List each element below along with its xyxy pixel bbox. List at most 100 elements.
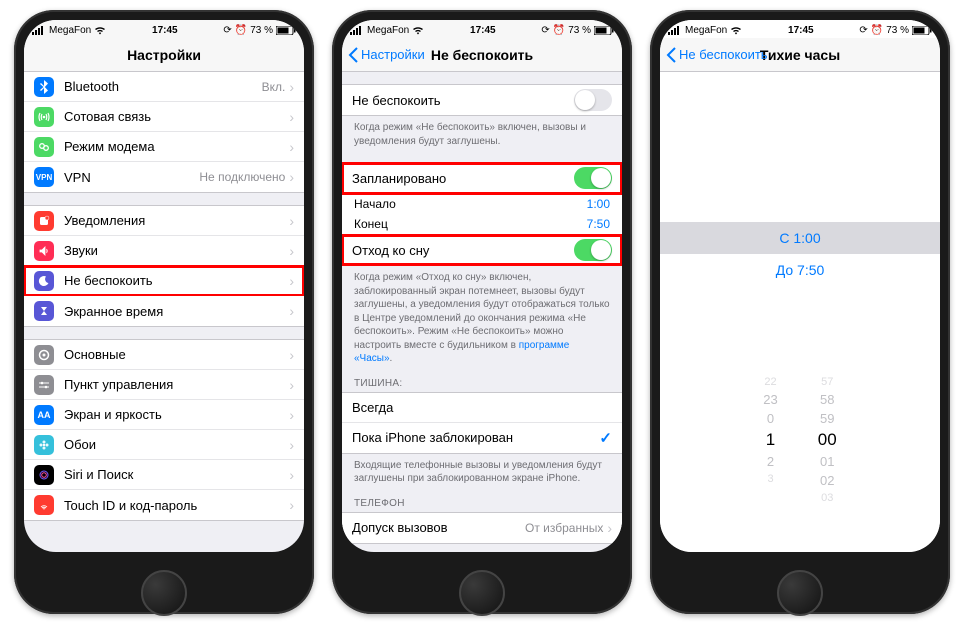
- row-label: Режим модема: [64, 139, 289, 154]
- alarm-icon: ⏰: [235, 25, 247, 36]
- picker-hour: 2: [767, 454, 774, 469]
- picker-min: 58: [820, 392, 834, 407]
- home-button[interactable]: [777, 570, 823, 616]
- scheduled-toggle[interactable]: [574, 167, 612, 189]
- silence-footer: Входящие телефонные вызовы и уведомления…: [342, 454, 622, 488]
- row-while-locked[interactable]: Пока iPhone заблокирован ✓: [342, 423, 622, 453]
- battery-icon: [912, 26, 932, 35]
- battery-icon: [276, 26, 296, 35]
- row-label: Сотовая связь: [64, 109, 289, 124]
- alarm-icon: ⏰: [553, 25, 565, 36]
- row-value: Вкл.: [262, 80, 286, 94]
- chevron-right-icon: ›: [289, 109, 294, 125]
- row-notifications[interactable]: Уведомления ›: [24, 206, 304, 236]
- row-to[interactable]: Конец 7:50: [342, 214, 622, 234]
- picker-min: 59: [820, 411, 834, 426]
- row-touchid[interactable]: Touch ID и код-пароль ›: [24, 490, 304, 520]
- picker-min: 02: [820, 473, 834, 488]
- page-title: Тихие часы: [760, 47, 840, 63]
- bedtime-footer: Когда режим «Отход ко сну» включен, забл…: [342, 266, 622, 368]
- from-value: 1:00: [587, 197, 610, 211]
- row-label: Пока iPhone заблокирован: [352, 430, 599, 445]
- row-label: Не беспокоить: [352, 93, 574, 108]
- row-cellular[interactable]: Сотовая связь ›: [24, 102, 304, 132]
- cellular-icon: [34, 107, 54, 127]
- phone-settings: MegaFon 17:45 ⟳ ⏰ 73 % Настройки Bluetoo…: [14, 10, 314, 614]
- row-scheduled[interactable]: Запланировано: [342, 163, 622, 194]
- row-always[interactable]: Всегда: [342, 393, 622, 423]
- row-wallpaper[interactable]: Обои ›: [24, 430, 304, 460]
- row-screentime[interactable]: Экранное время ›: [24, 296, 304, 326]
- time-picker[interactable]: 22 23 0 1 2 3 57 58 59 00 01 02 03: [660, 376, 940, 504]
- rotation-lock-icon: ⟳: [541, 25, 549, 36]
- chevron-right-icon: ›: [289, 407, 294, 423]
- chevron-right-icon: ›: [607, 520, 612, 536]
- row-dnd[interactable]: Не беспокоить ›: [24, 266, 304, 296]
- clock-label: 17:45: [470, 25, 496, 36]
- dnd-content[interactable]: Не беспокоить Когда режим «Не беспокоить…: [342, 72, 622, 552]
- picker-hour-selected: 1: [766, 430, 775, 450]
- row-bedtime[interactable]: Отход ко сну: [342, 235, 622, 265]
- hotspot-icon: [34, 137, 54, 157]
- back-button[interactable]: Не беспокоить: [666, 38, 768, 71]
- clock-label: 17:45: [788, 25, 814, 36]
- chevron-right-icon: ›: [289, 377, 294, 393]
- from-text: С 1:00: [779, 230, 820, 246]
- phone-quiet-hours: MegaFon 17:45 ⟳ ⏰ 73 % Не беспокоить Тих…: [650, 10, 950, 614]
- chevron-right-icon: ›: [289, 437, 294, 453]
- status-bar: MegaFon 17:45 ⟳ ⏰ 73 %: [342, 20, 622, 38]
- row-control-center[interactable]: Пункт управления ›: [24, 370, 304, 400]
- row-label: Пункт управления: [64, 377, 289, 392]
- signal-icon: [668, 26, 682, 35]
- chevron-right-icon: ›: [289, 467, 294, 483]
- row-label: Не беспокоить: [64, 273, 289, 288]
- row-sounds[interactable]: Звуки ›: [24, 236, 304, 266]
- row-display[interactable]: AA Экран и яркость ›: [24, 400, 304, 430]
- back-button[interactable]: Настройки: [348, 38, 425, 71]
- settings-list[interactable]: Bluetooth Вкл. › Сотовая связь › Режим м…: [24, 72, 304, 552]
- hour-column[interactable]: 22 23 0 1 2 3: [763, 376, 777, 504]
- row-dnd-toggle[interactable]: Не беспокоить: [342, 85, 622, 115]
- row-siri[interactable]: Siri и Поиск ›: [24, 460, 304, 490]
- row-label: Экранное время: [64, 304, 289, 319]
- to-row[interactable]: До 7:50: [660, 254, 940, 286]
- chevron-right-icon: ›: [289, 347, 294, 363]
- navbar: Не беспокоить Тихие часы: [660, 38, 940, 72]
- text-size-icon: AA: [34, 405, 54, 425]
- rotation-lock-icon: ⟳: [223, 25, 231, 36]
- notifications-icon: [34, 211, 54, 231]
- row-hotspot[interactable]: Режим модема ›: [24, 132, 304, 162]
- row-allow-calls[interactable]: Допуск вызовов От избранных ›: [342, 513, 622, 543]
- back-label: Не беспокоить: [679, 47, 768, 62]
- wifi-icon: [94, 26, 106, 35]
- row-bluetooth[interactable]: Bluetooth Вкл. ›: [24, 72, 304, 102]
- row-from[interactable]: Начало 1:00: [342, 194, 622, 214]
- row-value: Не подключено: [199, 170, 285, 184]
- minute-column[interactable]: 57 58 59 00 01 02 03: [818, 376, 837, 504]
- home-button[interactable]: [141, 570, 187, 616]
- row-vpn[interactable]: VPN VPN Не подключено ›: [24, 162, 304, 192]
- flower-icon: [34, 435, 54, 455]
- picker-hour: 23: [763, 392, 777, 407]
- row-general[interactable]: Основные ›: [24, 340, 304, 370]
- bedtime-toggle[interactable]: [574, 239, 612, 261]
- vpn-icon: VPN: [34, 167, 54, 187]
- row-label: Экран и яркость: [64, 407, 289, 422]
- status-bar: MegaFon 17:45 ⟳ ⏰ 73 %: [660, 20, 940, 38]
- chevron-right-icon: ›: [289, 139, 294, 155]
- signal-icon: [350, 26, 364, 35]
- row-label: Основные: [64, 347, 289, 362]
- row-label: VPN: [64, 170, 199, 185]
- row-label: Bluetooth: [64, 79, 262, 94]
- picker-hour: 22: [764, 376, 776, 388]
- quiet-hours-content[interactable]: С 1:00 До 7:50 22 23 0 1 2 3 57 58 59 00…: [660, 72, 940, 552]
- dnd-toggle[interactable]: [574, 89, 612, 111]
- from-row[interactable]: С 1:00: [660, 222, 940, 254]
- navbar: Настройки: [24, 38, 304, 72]
- chevron-right-icon: ›: [289, 243, 294, 259]
- row-label: Допуск вызовов: [352, 520, 525, 535]
- row-value: От избранных: [525, 521, 603, 535]
- navbar: Настройки Не беспокоить: [342, 38, 622, 72]
- carrier-label: MegaFon: [367, 25, 409, 36]
- home-button[interactable]: [459, 570, 505, 616]
